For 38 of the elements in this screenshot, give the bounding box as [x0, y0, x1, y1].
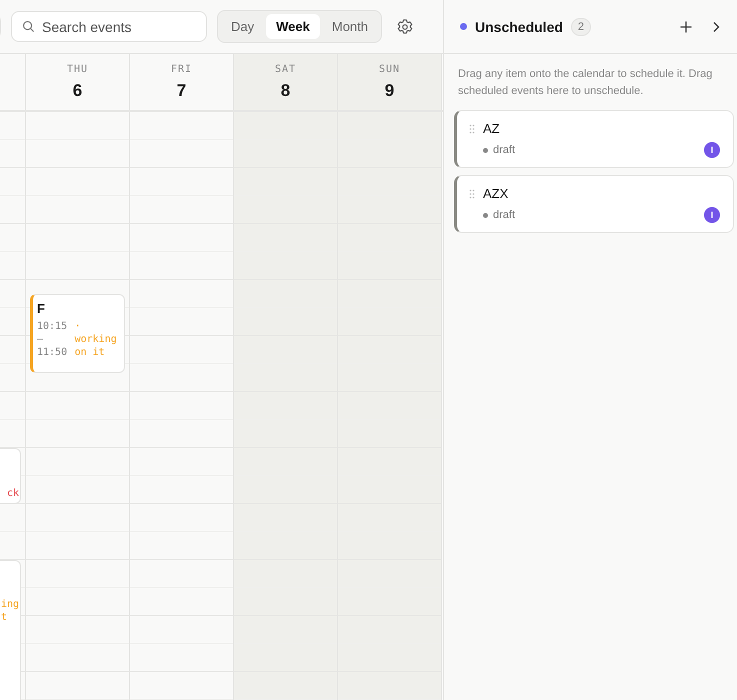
count-badge: 2	[570, 18, 592, 36]
event-time: 10:15 – 11:50	[37, 320, 68, 359]
date-label: 6	[72, 80, 82, 100]
event-title: F	[37, 301, 46, 316]
event-status: · working on it	[74, 320, 118, 359]
event-status: ing t	[0, 598, 20, 624]
event-card[interactable]: ck	[0, 448, 21, 504]
panel-hint: Drag any item onto the calendar to schedule it. Drag scheduled events here to unschedule.	[458, 67, 714, 99]
item-title: AZ	[483, 121, 501, 136]
date-label: 9	[384, 80, 394, 100]
search-icon	[22, 20, 35, 33]
status-dot	[483, 148, 488, 152]
date-label: 8	[280, 80, 290, 100]
view-tab[interactable]: Day	[221, 14, 264, 39]
unscheduled-card[interactable]: AZ draft I	[454, 110, 734, 168]
item-status: draft	[493, 144, 516, 156]
drag-handle-icon[interactable]	[469, 189, 475, 199]
weekday-label: SUN	[378, 64, 400, 74]
weekday-label: THU	[66, 64, 88, 74]
view-tab[interactable]: Month	[322, 14, 378, 39]
weekday-label: SAT	[274, 64, 296, 74]
search-field[interactable]: Search events	[11, 11, 207, 42]
item-title: AZX	[483, 186, 510, 201]
event-card[interactable]: F 10:15 – 11:50 · working on it	[30, 294, 125, 373]
status-dot	[483, 212, 488, 218]
settings-icon[interactable]	[396, 18, 414, 36]
event-status: ck	[6, 487, 20, 500]
assignee-avatar: I	[704, 142, 720, 158]
add-icon[interactable]	[679, 20, 693, 34]
unscheduled-card[interactable]: AZX draft I	[454, 175, 734, 233]
assignee-avatar: I	[704, 207, 720, 223]
view-tab[interactable]: Week	[266, 14, 320, 39]
panel-title: Unscheduled	[475, 18, 563, 34]
weekday-label: FRI	[170, 64, 192, 74]
date-label: 7	[176, 80, 186, 100]
drag-handle-icon[interactable]	[469, 124, 475, 134]
status-dot	[460, 23, 467, 30]
item-status: draft	[493, 209, 516, 221]
